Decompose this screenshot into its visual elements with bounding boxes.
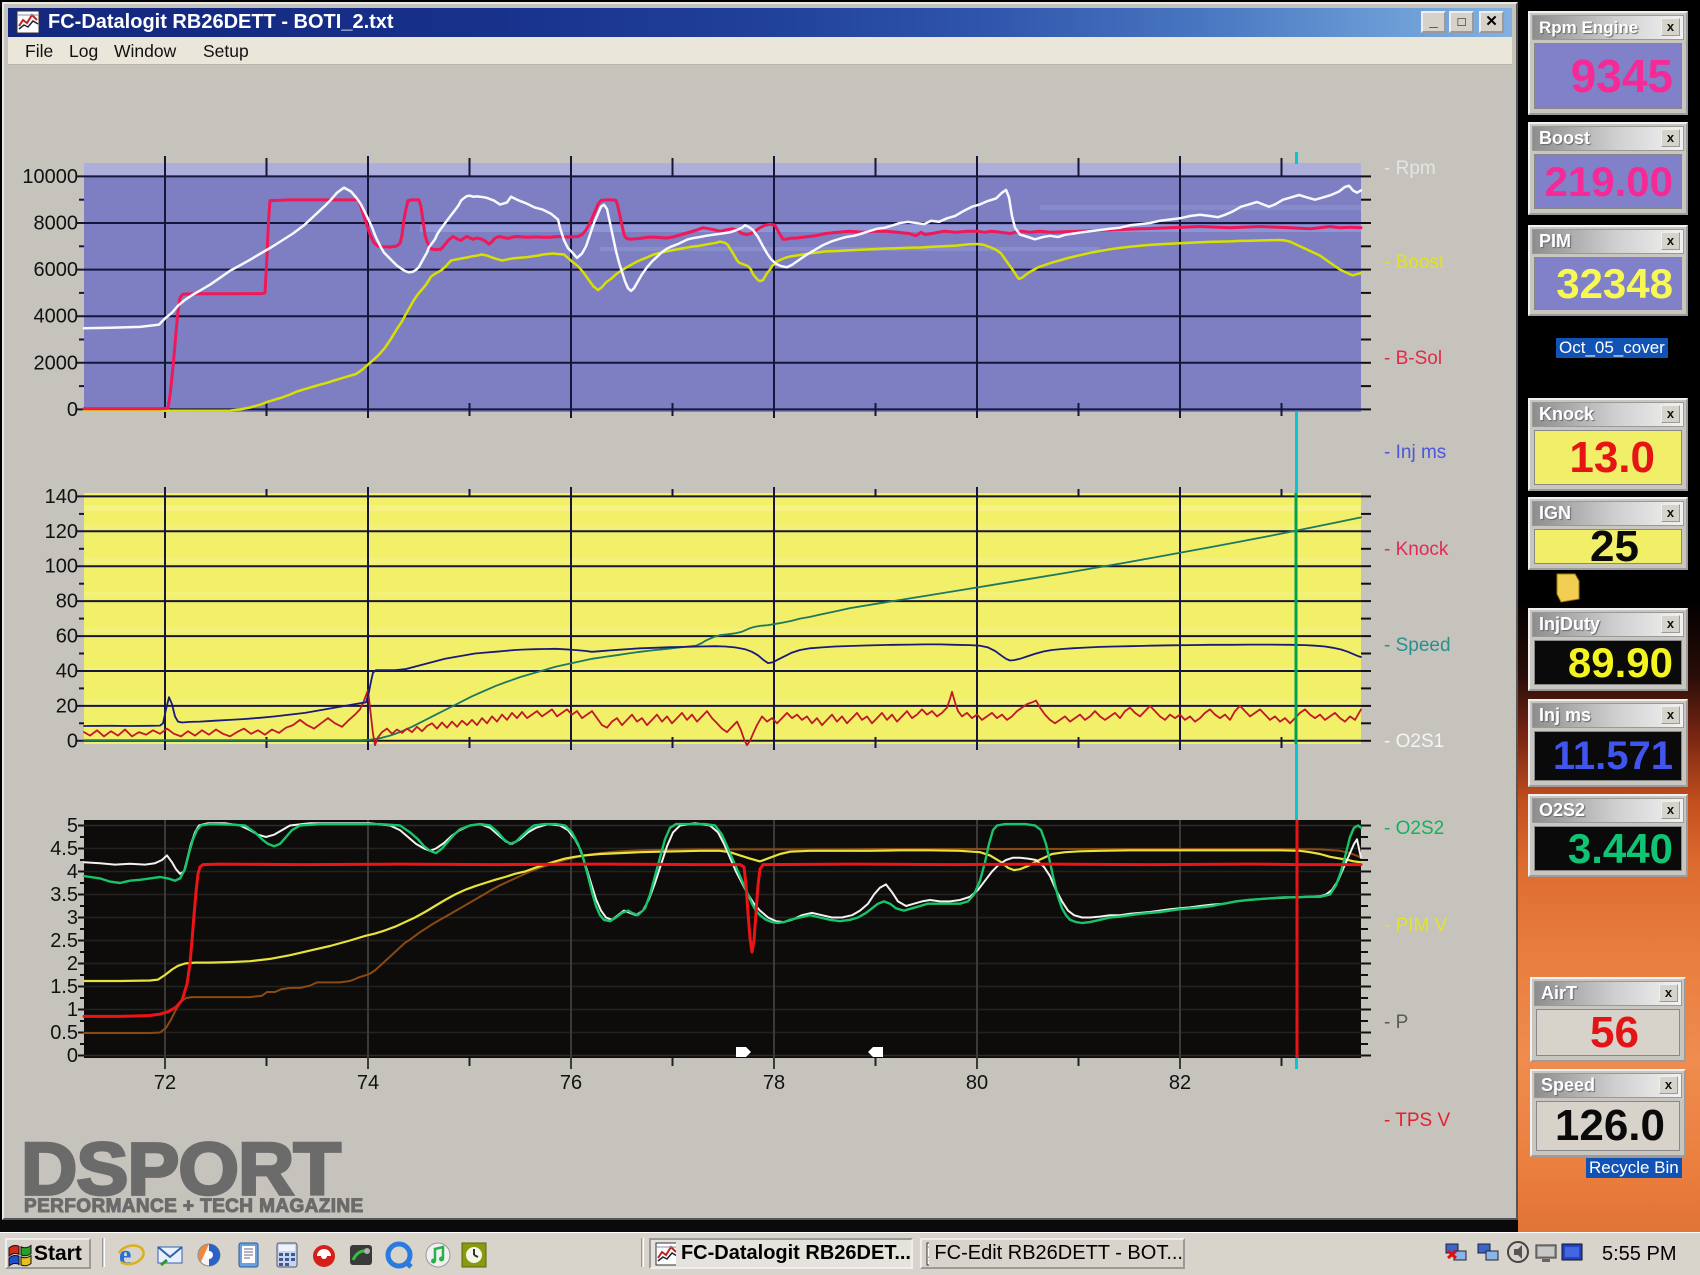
svg-text:2.5: 2.5 — [50, 930, 78, 952]
svg-text:2: 2 — [67, 953, 78, 975]
svg-text:1: 1 — [67, 999, 78, 1021]
svg-text:0.5: 0.5 — [50, 1022, 78, 1044]
svg-text:80: 80 — [966, 1072, 988, 1094]
svg-text:1.5: 1.5 — [50, 976, 78, 998]
svg-text:72: 72 — [154, 1072, 176, 1094]
svg-text:3.5: 3.5 — [50, 884, 78, 906]
svg-text:78: 78 — [763, 1072, 785, 1094]
svg-text:60: 60 — [56, 626, 78, 648]
svg-text:80: 80 — [56, 591, 78, 613]
svg-text:4000: 4000 — [34, 306, 79, 328]
svg-text:4: 4 — [67, 861, 78, 883]
svg-text:76: 76 — [560, 1072, 582, 1094]
svg-text:0: 0 — [67, 1045, 78, 1067]
svg-text:4.5: 4.5 — [50, 838, 78, 860]
svg-text:140: 140 — [45, 486, 78, 508]
svg-text:e: e — [119, 1240, 131, 1270]
svg-text:3: 3 — [67, 907, 78, 929]
svg-text:5: 5 — [67, 815, 78, 837]
svg-text:8000: 8000 — [34, 213, 79, 235]
svg-text:40: 40 — [56, 661, 78, 683]
svg-text:6000: 6000 — [34, 259, 79, 281]
svg-text:120: 120 — [45, 521, 78, 543]
svg-text:10000: 10000 — [22, 166, 78, 188]
svg-text:2000: 2000 — [34, 352, 79, 374]
svg-text:0: 0 — [67, 399, 78, 421]
svg-text:100: 100 — [45, 556, 78, 578]
svg-text:74: 74 — [357, 1072, 379, 1094]
svg-text:20: 20 — [56, 695, 78, 717]
svg-text:0: 0 — [67, 730, 78, 752]
svg-text:82: 82 — [1169, 1072, 1191, 1094]
